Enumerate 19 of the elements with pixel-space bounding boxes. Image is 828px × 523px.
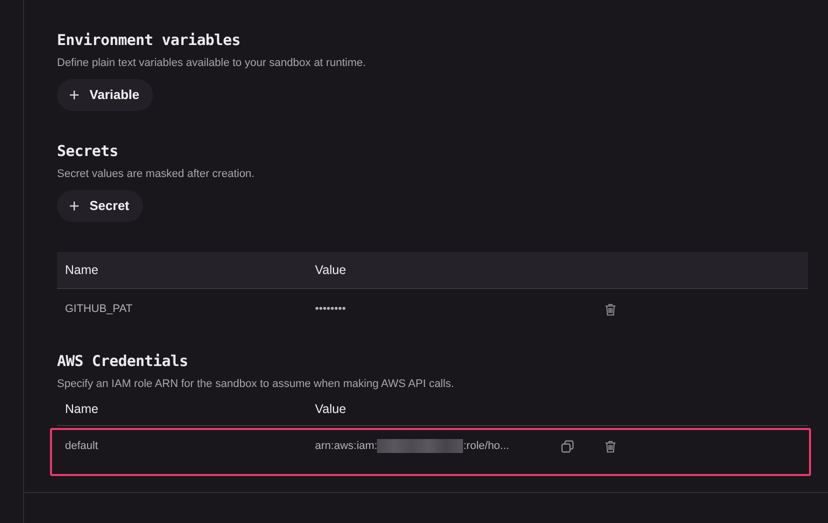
table-cell-text: •••••••• xyxy=(314,302,347,317)
column-header: Name xyxy=(64,401,100,418)
section-description: Define plain text variables available to your sandbox at runtime. xyxy=(57,56,367,70)
section-heading: AWS Credentials xyxy=(57,351,189,371)
section-heading: Environment variables xyxy=(57,30,242,50)
section-heading: Secrets xyxy=(57,141,120,161)
add-button[interactable]: + Variable xyxy=(57,79,154,111)
table-cell-text: arn:aws:iam: :role/ho... xyxy=(314,438,510,454)
trash-icon[interactable] xyxy=(604,440,617,452)
add-button[interactable]: + Secret xyxy=(57,190,144,222)
table-cell-text: default xyxy=(64,438,100,454)
section-description: Secret values are masked after creation. xyxy=(57,167,256,181)
copy-icon[interactable] xyxy=(561,440,574,452)
column-header: Value xyxy=(314,262,346,279)
column-header: Value xyxy=(314,401,346,418)
section-description: Specify an IAM role ARN for the sandbox to assume when making AWS API calls. xyxy=(57,377,455,391)
trash-icon[interactable] xyxy=(604,302,617,316)
table-cell-text: GITHUB_PAT xyxy=(64,302,134,317)
column-header: Name xyxy=(64,262,100,279)
